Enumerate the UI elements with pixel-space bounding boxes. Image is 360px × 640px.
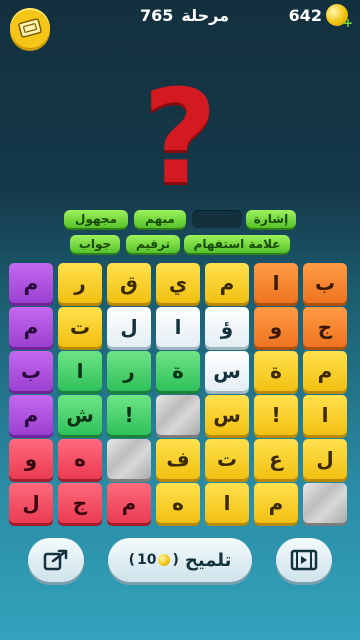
letter-tile[interactable]: ج xyxy=(303,307,347,347)
letter-tile[interactable]: م xyxy=(9,395,53,435)
letter-tile[interactable]: ش xyxy=(58,395,102,435)
level-indicator: 765 مرحلة xyxy=(140,6,229,25)
coin-counter[interactable]: 642 + xyxy=(288,4,353,30)
letter-tile[interactable]: ا xyxy=(254,263,298,303)
letter-tile[interactable]: ل xyxy=(107,307,151,347)
letter-tile[interactable]: و xyxy=(9,439,53,479)
video-reward-button[interactable] xyxy=(276,538,332,582)
letter-tile[interactable]: م xyxy=(303,351,347,391)
letter-tile[interactable]: م xyxy=(254,483,298,523)
answer-slots: إشارة مبهم مجهول علامة استفهام ترقيم جوا… xyxy=(0,206,360,262)
add-coins-icon: + xyxy=(342,16,353,30)
letter-tile[interactable]: ه xyxy=(58,439,102,479)
letter-tile[interactable]: ة xyxy=(254,351,298,391)
bottom-bar: (10) تلميح xyxy=(0,534,360,594)
letter-tile[interactable]: ر xyxy=(107,351,151,391)
blocked-tile xyxy=(107,439,151,479)
letter-tile[interactable]: ب xyxy=(9,351,53,391)
top-bar: 765 مرحلة 642 + xyxy=(0,0,360,48)
hint-cost: (10) xyxy=(128,552,179,568)
letter-tile[interactable]: ة xyxy=(156,351,200,391)
letter-tile[interactable]: و xyxy=(254,307,298,347)
coin-icon xyxy=(158,554,171,566)
letter-tile[interactable]: ا xyxy=(205,483,249,523)
letter-tile[interactable]: ا xyxy=(156,307,200,347)
letter-tile[interactable]: م xyxy=(9,307,53,347)
answer-slot[interactable]: إشارة xyxy=(246,210,296,228)
letter-tile[interactable]: ب xyxy=(303,263,347,303)
letter-tile[interactable]: ع xyxy=(254,439,298,479)
letter-tile[interactable]: ي xyxy=(156,263,200,303)
letter-tile[interactable]: س xyxy=(205,395,249,435)
hint-button[interactable]: (10) تلميح xyxy=(108,538,252,582)
letter-tile[interactable]: م xyxy=(107,483,151,523)
letter-tile[interactable]: ا xyxy=(58,351,102,391)
letter-tile[interactable]: ! xyxy=(107,395,151,435)
letter-tile[interactable]: ل xyxy=(303,439,347,479)
blocked-tile xyxy=(156,395,200,435)
letter-tile[interactable]: م xyxy=(205,263,249,303)
letter-tile[interactable]: م xyxy=(9,263,53,303)
hint-cost-value: 10 xyxy=(137,552,157,568)
answer-slot[interactable]: مبهم xyxy=(134,210,186,228)
answer-slot-empty[interactable] xyxy=(192,210,242,228)
letter-tile[interactable]: ا xyxy=(303,395,347,435)
coin-count: 642 xyxy=(288,5,322,25)
answer-slot[interactable]: مجهول xyxy=(64,210,128,228)
letter-grid: ب ا م ي ق ر م ج و ؤ ا ل ت م م ة س ة ر ا ب ا! س! ش م ل ع ت ف ه و م ا ه م ج ل xyxy=(9,263,351,527)
letter-tile[interactable]: ! xyxy=(254,395,298,435)
letter-tile[interactable]: ت xyxy=(58,307,102,347)
level-label: مرحلة xyxy=(181,6,230,25)
letter-tile[interactable]: ق xyxy=(107,263,151,303)
clue-area: ? xyxy=(0,34,360,204)
letter-tile[interactable]: ج xyxy=(58,483,102,523)
hint-label: تلميح xyxy=(184,549,232,571)
answer-slot[interactable]: ترقيم xyxy=(126,235,180,253)
coin-icon: + xyxy=(326,4,353,30)
letter-tile[interactable]: ل xyxy=(9,483,53,523)
blocked-tile xyxy=(303,483,347,523)
letter-tile[interactable]: ر xyxy=(58,263,102,303)
letter-tile[interactable]: س xyxy=(205,351,249,391)
answer-slot[interactable]: علامة استفهام xyxy=(184,235,290,253)
letter-tile[interactable]: ؤ xyxy=(205,307,249,347)
letter-tile[interactable]: ف xyxy=(156,439,200,479)
letter-tile[interactable]: ت xyxy=(205,439,249,479)
answer-slot[interactable]: جواب xyxy=(70,235,120,253)
share-icon xyxy=(43,549,68,571)
level-number: 765 xyxy=(140,6,174,25)
video-icon xyxy=(290,549,318,571)
share-button[interactable] xyxy=(28,538,84,582)
letter-tile[interactable]: ه xyxy=(156,483,200,523)
question-mark-clue: ? xyxy=(142,61,218,213)
